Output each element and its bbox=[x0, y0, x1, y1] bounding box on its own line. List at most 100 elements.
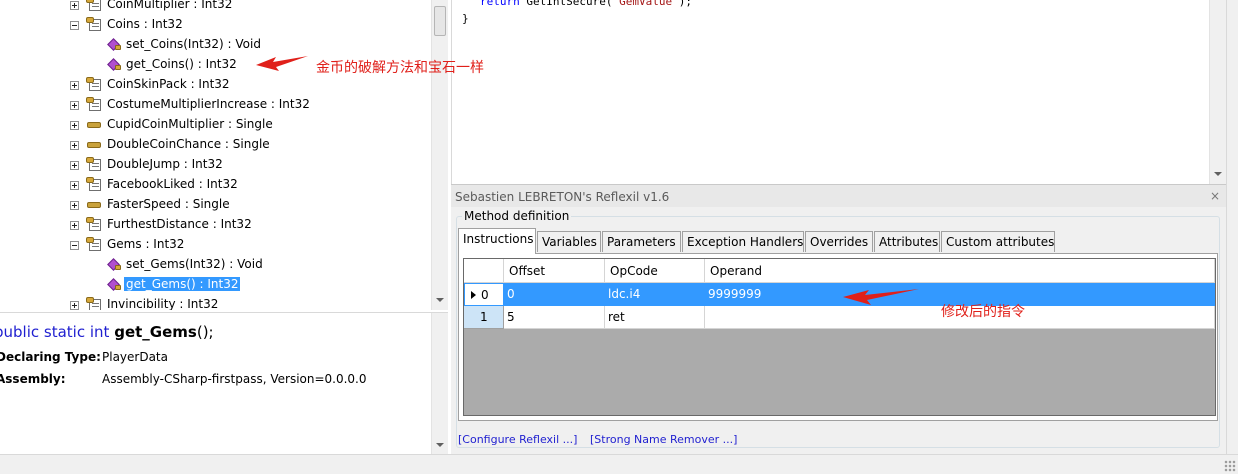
tree-item-label: Coins : Int32 bbox=[107, 17, 183, 31]
detail-scrollbar[interactable] bbox=[431, 313, 448, 455]
tree-item-furthestdistance[interactable]: FurthestDistance : Int32 bbox=[0, 215, 432, 235]
tree-item-doublejump[interactable]: DoubleJump : Int32 bbox=[0, 155, 432, 175]
tab-attributes[interactable]: Attributes bbox=[874, 231, 940, 252]
property-icon bbox=[86, 157, 102, 172]
method-icon bbox=[107, 58, 122, 71]
assembly-link[interactable]: Assembly-CSharp-firstpass, Version=0.0.0… bbox=[102, 372, 367, 386]
expand-icon[interactable] bbox=[70, 101, 79, 110]
scroll-down-icon[interactable] bbox=[1214, 172, 1222, 176]
column-header-opcode[interactable]: OpCode bbox=[605, 259, 705, 283]
tree-item-label: get_Coins() : Int32 bbox=[126, 57, 237, 71]
signature-modifiers: public static bbox=[0, 323, 86, 341]
field-icon bbox=[86, 137, 104, 152]
expand-icon[interactable] bbox=[70, 81, 79, 90]
expand-icon[interactable] bbox=[70, 201, 79, 210]
row-header[interactable]: 0 bbox=[464, 283, 504, 306]
tree-item-invincibility[interactable]: Invincibility : Int32 bbox=[0, 295, 432, 310]
expand-icon[interactable] bbox=[70, 141, 79, 150]
tree-item-label: FasterSpeed : Single bbox=[107, 197, 230, 211]
expand-icon[interactable] bbox=[70, 221, 79, 230]
tree-item-fasterspeed[interactable]: FasterSpeed : Single bbox=[0, 195, 432, 215]
declaring-type-link[interactable]: PlayerData bbox=[102, 350, 168, 364]
cell-offset[interactable]: 0 bbox=[504, 283, 605, 306]
annotation-instruction-note: 修改后的指令 bbox=[941, 304, 1025, 320]
column-header-offset[interactable]: Offset bbox=[504, 259, 605, 283]
tree-item-label: CoinMultiplier : Int32 bbox=[107, 0, 233, 11]
tree-item-coinskinpack[interactable]: CoinSkinPack : Int32 bbox=[0, 75, 432, 95]
tree-item-gems[interactable]: Gems : Int32 bbox=[0, 235, 432, 255]
configure-reflexil-link[interactable]: [Configure Reflexil ...] bbox=[458, 433, 577, 446]
row-index: 0 bbox=[481, 288, 489, 302]
tree-item-coinmultiplier[interactable]: CoinMultiplier : Int32 bbox=[0, 0, 432, 15]
resize-grip-icon[interactable] bbox=[1224, 460, 1236, 472]
tab-custom-attributes[interactable]: Custom attributes bbox=[941, 231, 1055, 252]
tab-instructions[interactable]: Instructions bbox=[458, 228, 536, 254]
tree-item-label: CostumeMultiplierIncrease : Int32 bbox=[107, 97, 310, 111]
tree-item-label: FurthestDistance : Int32 bbox=[107, 217, 252, 231]
tab-parameters[interactable]: Parameters bbox=[602, 231, 681, 252]
annotation-coins-note: 金币的破解方法和宝石一样 bbox=[316, 60, 484, 76]
tab-overrides[interactable]: Overrides bbox=[805, 231, 873, 252]
property-icon bbox=[86, 0, 102, 12]
tree-scroll-thumb[interactable] bbox=[434, 6, 446, 36]
code-keyword: return bbox=[480, 0, 520, 8]
expand-icon[interactable] bbox=[70, 181, 79, 190]
tree-item-label: CupidCoinMultiplier : Single bbox=[107, 117, 273, 131]
code-scrollbar[interactable] bbox=[1209, 0, 1226, 184]
close-icon[interactable]: × bbox=[1210, 189, 1220, 203]
tab-variables[interactable]: Variables bbox=[537, 231, 601, 252]
table-row[interactable]: 1 5 ret bbox=[464, 306, 1215, 329]
method-definition-label: Method definition bbox=[462, 209, 572, 223]
property-icon bbox=[86, 217, 102, 232]
instructions-grid[interactable]: Offset OpCode Operand 0 0 ldc.i4 9999999… bbox=[463, 258, 1216, 416]
expand-icon[interactable] bbox=[70, 161, 79, 170]
row-pointer-icon bbox=[471, 291, 476, 299]
strong-name-remover-link[interactable]: [Strong Name Remover ...] bbox=[590, 433, 737, 446]
code-end: ); bbox=[678, 0, 692, 8]
cell-opcode[interactable]: ldc.i4 bbox=[605, 283, 705, 306]
tree-item-set-gems[interactable]: set_Gems(Int32) : Void bbox=[0, 255, 432, 275]
signature-method-name: get_Gems bbox=[114, 323, 197, 341]
tree-item-costumemultiplierincrease[interactable]: CostumeMultiplierIncrease : Int32 bbox=[0, 95, 432, 115]
tree-item-facebookliked[interactable]: FacebookLiked : Int32 bbox=[0, 175, 432, 195]
collapse-icon[interactable] bbox=[70, 241, 79, 250]
member-detail-panel: public static int get_Gems(); Declaring … bbox=[0, 312, 448, 455]
collapse-icon[interactable] bbox=[70, 21, 79, 30]
scroll-down-icon[interactable] bbox=[436, 443, 444, 447]
tree-item-label: DoubleCoinChance : Single bbox=[107, 137, 270, 151]
assembly-label: Assembly: bbox=[0, 372, 66, 386]
code-view[interactable]: return GetIntSecure("GemValue"); } bbox=[451, 0, 1226, 184]
tree-item-coins[interactable]: Coins : Int32 bbox=[0, 15, 432, 35]
reflexil-title: Sebastien LEBRETON's Reflexil v1.6 bbox=[451, 185, 1226, 207]
tree-item-set-coins[interactable]: set_Coins(Int32) : Void bbox=[0, 35, 432, 55]
scroll-down-icon[interactable] bbox=[436, 298, 444, 302]
cell-offset[interactable]: 5 bbox=[504, 306, 605, 329]
assembly-tree[interactable]: CoinMultiplier : Int32 Coins : Int32 set… bbox=[0, 0, 448, 310]
tree-item-cupidcoinmultiplier[interactable]: CupidCoinMultiplier : Single bbox=[0, 115, 432, 135]
method-signature: public static int get_Gems(); bbox=[0, 323, 214, 341]
tree-item-get-gems[interactable]: get_Gems() : Int32 bbox=[0, 275, 432, 295]
table-row[interactable]: 0 0 ldc.i4 9999999 bbox=[464, 283, 1215, 306]
property-icon bbox=[86, 77, 102, 92]
reflexil-panel: Sebastien LEBRETON's Reflexil v1.6 × Met… bbox=[451, 184, 1226, 454]
expand-icon[interactable] bbox=[70, 301, 79, 310]
signature-return-type: int bbox=[89, 323, 110, 341]
declaring-type-label: Declaring Type: bbox=[0, 350, 101, 364]
window-right-edge bbox=[1226, 0, 1238, 454]
column-header-operand[interactable]: Operand bbox=[705, 259, 1215, 283]
expand-icon[interactable] bbox=[70, 1, 79, 10]
field-icon bbox=[86, 197, 104, 212]
field-icon bbox=[86, 117, 104, 132]
tree-item-doublecoinchance[interactable]: DoubleCoinChance : Single bbox=[0, 135, 432, 155]
cell-opcode[interactable]: ret bbox=[605, 306, 705, 329]
signature-suffix: (); bbox=[196, 323, 214, 341]
annotation-arrow-icon bbox=[843, 289, 919, 305]
expand-icon[interactable] bbox=[70, 121, 79, 130]
tab-exception-handlers[interactable]: Exception Handlers bbox=[682, 231, 804, 252]
tree-item-label: Invincibility : Int32 bbox=[107, 297, 219, 310]
property-icon bbox=[86, 237, 102, 252]
tree-scrollbar[interactable] bbox=[431, 0, 448, 310]
property-icon bbox=[86, 177, 102, 192]
code-line-return: return GetIntSecure("GemValue"); bbox=[480, 0, 692, 8]
row-header[interactable]: 1 bbox=[464, 306, 504, 329]
